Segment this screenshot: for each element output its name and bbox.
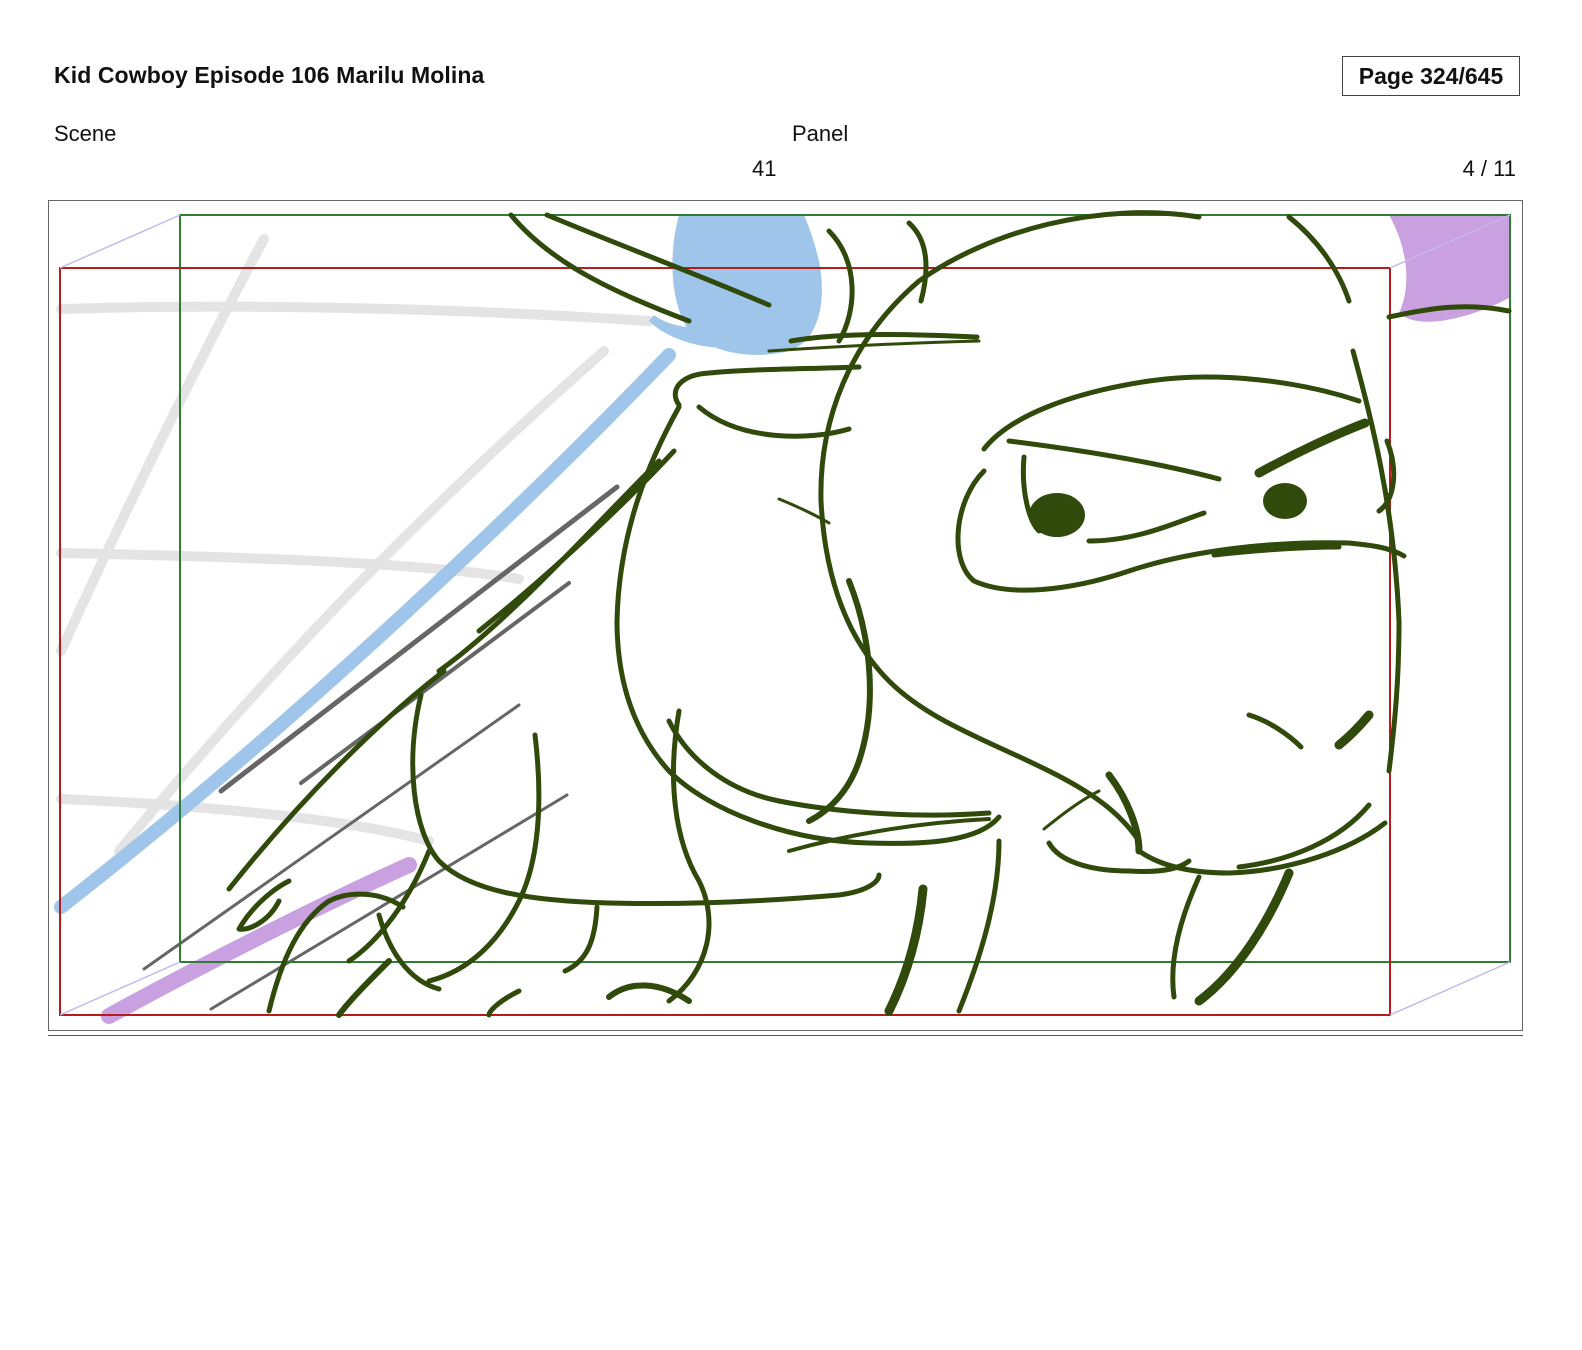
character-ink [226, 210, 1512, 1018]
blue-hair [649, 215, 822, 355]
perspective-guides [56, 234, 654, 856]
document-title: Kid Cowboy Episode 106 Marilu Molina [54, 62, 485, 88]
panel-number: 4 / 11 [1462, 156, 1516, 181]
page-number-box: Page 324/645 [1342, 56, 1520, 96]
storyboard-drawing [54, 210, 1512, 1024]
storyboard-panel [48, 200, 1523, 1031]
panel-label: Panel [792, 121, 849, 146]
scene-label: Scene [54, 121, 117, 146]
scene-number: 41 [752, 156, 777, 181]
panel-divider [48, 1035, 1523, 1036]
